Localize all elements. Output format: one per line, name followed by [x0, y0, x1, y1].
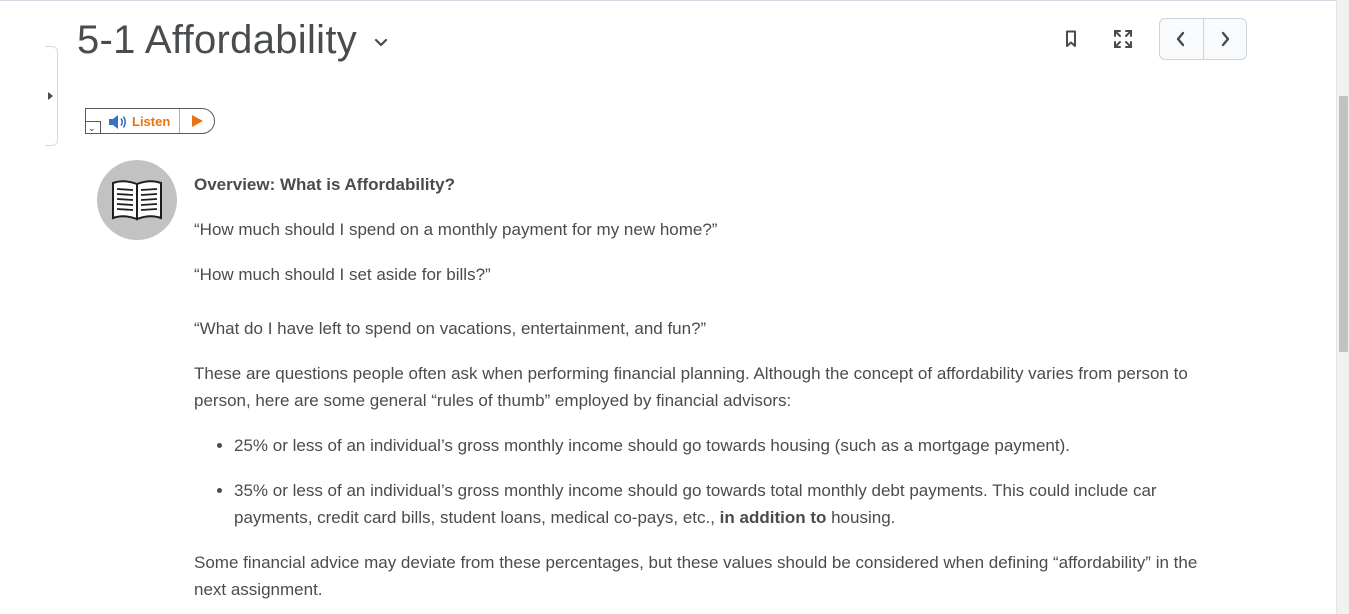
- listen-button[interactable]: Listen: [132, 114, 170, 130]
- vertical-scrollbar[interactable]: [1336, 0, 1349, 614]
- topic-content: Overview: What is Affordability? “How mu…: [194, 171, 1224, 603]
- speaker-icon[interactable]: [108, 114, 128, 130]
- chevron-right-icon: [1221, 31, 1229, 47]
- book-icon-badge: [97, 160, 177, 240]
- rule-debt-end: housing.: [826, 508, 896, 527]
- question-2: “How much should I set aside for bills?”: [194, 265, 491, 284]
- bookmark-button[interactable]: [1057, 25, 1085, 53]
- bookmark-icon: [1066, 30, 1076, 47]
- rules-list: 25% or less of an individual’s gross mon…: [194, 432, 1224, 531]
- sidebar-toggle[interactable]: [45, 46, 58, 146]
- scrollbar-thumb[interactable]: [1339, 96, 1348, 352]
- fullscreen-icon: [1114, 30, 1132, 48]
- previous-topic-button[interactable]: [1160, 19, 1203, 59]
- chevron-right-icon: [48, 92, 53, 100]
- top-border: [0, 0, 1336, 3]
- chevron-left-icon: [1177, 31, 1185, 47]
- book-icon: [112, 180, 162, 221]
- question-3: “What do I have left to spend on vacatio…: [194, 319, 707, 338]
- chevron-down-icon[interactable]: [373, 35, 389, 51]
- rule-debt: 35% or less of an individual’s gross mon…: [234, 481, 1157, 527]
- list-item: 25% or less of an individual’s gross mon…: [234, 432, 1224, 459]
- section-heading: Overview: What is Affordability?: [194, 175, 456, 194]
- list-item: 35% or less of an individual’s gross mon…: [234, 477, 1224, 531]
- title-bar: 5-1 Affordability: [77, 14, 389, 66]
- listen-divider: [179, 109, 180, 133]
- play-icon[interactable]: [192, 115, 203, 127]
- emphasis-text: in addition to: [719, 508, 827, 527]
- rule-housing: 25% or less of an individual’s gross mon…: [234, 436, 1070, 455]
- chevron-down-icon: ⌄: [88, 123, 96, 133]
- next-topic-button[interactable]: [1202, 19, 1247, 59]
- fullscreen-button[interactable]: [1109, 25, 1137, 53]
- topic-navigation: [1159, 18, 1247, 60]
- question-1: “How much should I spend on a monthly pa…: [194, 220, 718, 239]
- intro-paragraph: These are questions people often ask whe…: [194, 364, 1188, 410]
- page-title: 5-1 Affordability: [77, 18, 358, 62]
- listen-options-dropdown[interactable]: ⌄: [86, 121, 101, 134]
- closing-paragraph: Some financial advice may deviate from t…: [194, 553, 1198, 599]
- listen-widget: ⌄ Listen: [85, 108, 215, 134]
